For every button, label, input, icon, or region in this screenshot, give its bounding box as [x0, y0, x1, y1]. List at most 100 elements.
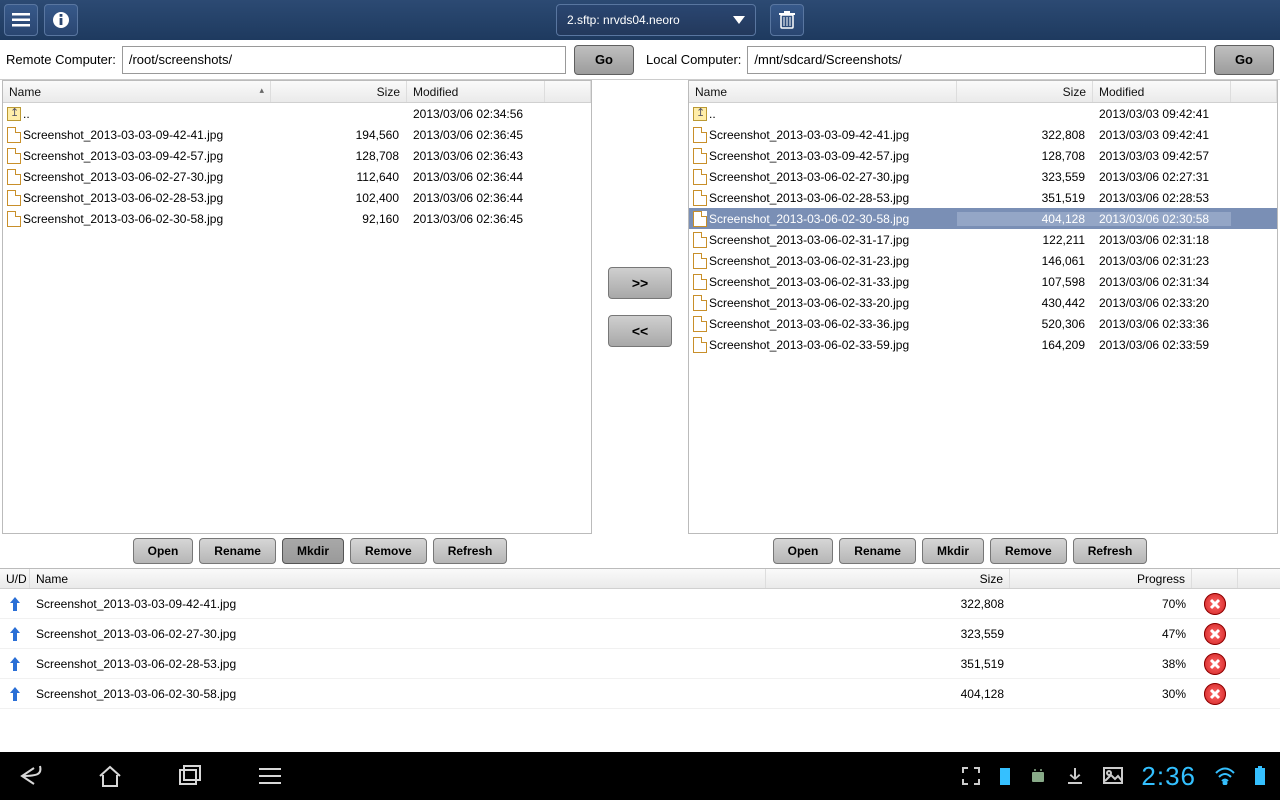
queue-file-size: 351,519 — [766, 657, 1010, 671]
download-icon — [1065, 766, 1085, 786]
queue-row[interactable]: Screenshot_2013-03-06-02-28-53.jpg 351,5… — [0, 649, 1280, 679]
queue-direction — [0, 685, 30, 703]
file-size: 107,598 — [957, 275, 1093, 289]
remote-file-list[interactable]: .. 2013/03/06 02:34:56 Screenshot_2013-0… — [3, 103, 591, 533]
local-header: Name Size Modified — [689, 81, 1277, 103]
local-mkdir-button[interactable]: Mkdir — [922, 538, 984, 564]
transfer-left-button[interactable]: << — [608, 315, 672, 347]
file-name: Screenshot_2013-03-06-02-30-58.jpg — [707, 212, 957, 226]
queue-file-name: Screenshot_2013-03-03-09-42-41.jpg — [30, 597, 766, 611]
queue-col-name[interactable]: Name — [30, 569, 766, 588]
parent-dir-row[interactable]: .. 2013/03/06 02:34:56 — [3, 103, 591, 124]
file-size: 194,560 — [271, 128, 407, 142]
local-remove-button[interactable]: Remove — [990, 538, 1067, 564]
remote-open-button[interactable]: Open — [133, 538, 194, 564]
close-icon — [1209, 688, 1221, 700]
remote-go-button[interactable]: Go — [574, 45, 634, 75]
file-row[interactable]: Screenshot_2013-03-06-02-28-53.jpg 351,5… — [689, 187, 1277, 208]
queue-cancel-button[interactable] — [1204, 653, 1226, 675]
status-area[interactable]: 2:36 — [961, 761, 1266, 792]
file-modified: 2013/03/06 02:28:53 — [1093, 191, 1231, 205]
queue-col-progress[interactable]: Progress — [1010, 569, 1192, 588]
file-row[interactable]: Screenshot_2013-03-03-09-42-41.jpg 194,5… — [3, 124, 591, 145]
close-icon — [1209, 628, 1221, 640]
file-row[interactable]: Screenshot_2013-03-03-09-42-41.jpg 322,8… — [689, 124, 1277, 145]
queue-cancel-button[interactable] — [1204, 593, 1226, 615]
file-row[interactable]: Screenshot_2013-03-06-02-28-53.jpg 102,4… — [3, 187, 591, 208]
parent-dir-row[interactable]: .. 2013/03/03 09:42:41 — [689, 103, 1277, 124]
delete-button[interactable] — [770, 4, 804, 36]
app-toolbar: 2.sftp: nrvds04.neoro — [0, 0, 1280, 40]
local-rename-button[interactable]: Rename — [839, 538, 916, 564]
nav-home-button[interactable] — [94, 760, 126, 792]
file-modified: 2013/03/03 09:42:41 — [1093, 128, 1231, 142]
file-modified: 2013/03/06 02:30:58 — [1093, 212, 1231, 226]
remote-refresh-button[interactable]: Refresh — [433, 538, 508, 564]
file-name: Screenshot_2013-03-06-02-33-59.jpg — [707, 338, 957, 352]
file-icon — [693, 295, 707, 311]
remote-col-modified[interactable]: Modified — [407, 81, 545, 102]
file-row[interactable]: Screenshot_2013-03-06-02-30-58.jpg 404,1… — [689, 208, 1277, 229]
connection-selector[interactable]: 2.sftp: nrvds04.neoro — [556, 4, 756, 36]
file-size: 430,442 — [957, 296, 1093, 310]
local-go-button[interactable]: Go — [1214, 45, 1274, 75]
info-button[interactable] — [44, 4, 78, 36]
file-row[interactable]: Screenshot_2013-03-03-09-42-57.jpg 128,7… — [689, 145, 1277, 166]
file-icon — [7, 211, 21, 227]
queue-file-name: Screenshot_2013-03-06-02-28-53.jpg — [30, 657, 766, 671]
local-refresh-button[interactable]: Refresh — [1073, 538, 1148, 564]
local-label: Local Computer: — [646, 52, 747, 67]
queue-body: Screenshot_2013-03-03-09-42-41.jpg 322,8… — [0, 589, 1280, 742]
file-row[interactable]: Screenshot_2013-03-06-02-27-30.jpg 112,6… — [3, 166, 591, 187]
remote-path-input[interactable] — [122, 46, 566, 74]
local-col-size[interactable]: Size — [957, 81, 1093, 102]
queue-progress: 47% — [1010, 627, 1192, 641]
remote-remove-button[interactable]: Remove — [350, 538, 427, 564]
queue-cancel-button[interactable] — [1204, 683, 1226, 705]
queue-col-ud[interactable]: U/D — [0, 569, 30, 588]
file-row[interactable]: Screenshot_2013-03-06-02-30-58.jpg 92,16… — [3, 208, 591, 229]
nav-menu-button[interactable] — [254, 760, 286, 792]
battery-icon — [1254, 766, 1266, 786]
file-row[interactable]: Screenshot_2013-03-06-02-31-17.jpg 122,2… — [689, 229, 1277, 250]
file-name: Screenshot_2013-03-03-09-42-57.jpg — [707, 149, 957, 163]
file-row[interactable]: Screenshot_2013-03-06-02-31-23.jpg 146,0… — [689, 250, 1277, 271]
local-file-list[interactable]: .. 2013/03/03 09:42:41 Screenshot_2013-0… — [689, 103, 1277, 533]
queue-row[interactable]: Screenshot_2013-03-06-02-30-58.jpg 404,1… — [0, 679, 1280, 709]
file-row[interactable]: Screenshot_2013-03-06-02-33-36.jpg 520,3… — [689, 313, 1277, 334]
remote-col-name[interactable]: Name▴ — [3, 81, 271, 102]
queue-col-size[interactable]: Size — [766, 569, 1010, 588]
remote-col-size[interactable]: Size — [271, 81, 407, 102]
menu-button[interactable] — [4, 4, 38, 36]
queue-file-name: Screenshot_2013-03-06-02-27-30.jpg — [30, 627, 766, 641]
queue-row[interactable]: Screenshot_2013-03-03-09-42-41.jpg 322,8… — [0, 589, 1280, 619]
file-row[interactable]: Screenshot_2013-03-06-02-31-33.jpg 107,5… — [689, 271, 1277, 292]
local-path-input[interactable] — [747, 46, 1206, 74]
file-row[interactable]: Screenshot_2013-03-06-02-33-59.jpg 164,2… — [689, 334, 1277, 355]
queue-direction — [0, 625, 30, 643]
remote-mkdir-button[interactable]: Mkdir — [282, 538, 344, 564]
file-row[interactable]: Screenshot_2013-03-06-02-27-30.jpg 323,5… — [689, 166, 1277, 187]
file-modified: 2013/03/06 02:36:44 — [407, 170, 545, 184]
queue-header: U/D Name Size Progress — [0, 569, 1280, 589]
nav-recent-button[interactable] — [174, 760, 206, 792]
transfer-controls: >> << — [592, 80, 688, 534]
queue-row[interactable]: Screenshot_2013-03-06-02-27-30.jpg 323,5… — [0, 619, 1280, 649]
file-name: Screenshot_2013-03-03-09-42-41.jpg — [21, 128, 271, 142]
local-pane: Name Size Modified .. 2013/03/03 09:42:4… — [688, 80, 1278, 534]
remote-rename-button[interactable]: Rename — [199, 538, 276, 564]
chevron-down-icon — [733, 16, 745, 24]
local-col-name[interactable]: Name — [689, 81, 957, 102]
file-modified: 2013/03/06 02:36:43 — [407, 149, 545, 163]
nav-back-button[interactable] — [14, 760, 46, 792]
file-row[interactable]: Screenshot_2013-03-03-09-42-57.jpg 128,7… — [3, 145, 591, 166]
file-row[interactable]: Screenshot_2013-03-06-02-33-20.jpg 430,4… — [689, 292, 1277, 313]
file-icon — [693, 253, 707, 269]
local-col-modified[interactable]: Modified — [1093, 81, 1231, 102]
file-panes: Name▴ Size Modified .. 2013/03/06 02:34:… — [0, 80, 1280, 534]
upload-arrow-icon — [8, 685, 22, 703]
transfer-right-button[interactable]: >> — [608, 267, 672, 299]
queue-cancel-button[interactable] — [1204, 623, 1226, 645]
local-open-button[interactable]: Open — [773, 538, 834, 564]
menu-icon — [12, 13, 30, 27]
